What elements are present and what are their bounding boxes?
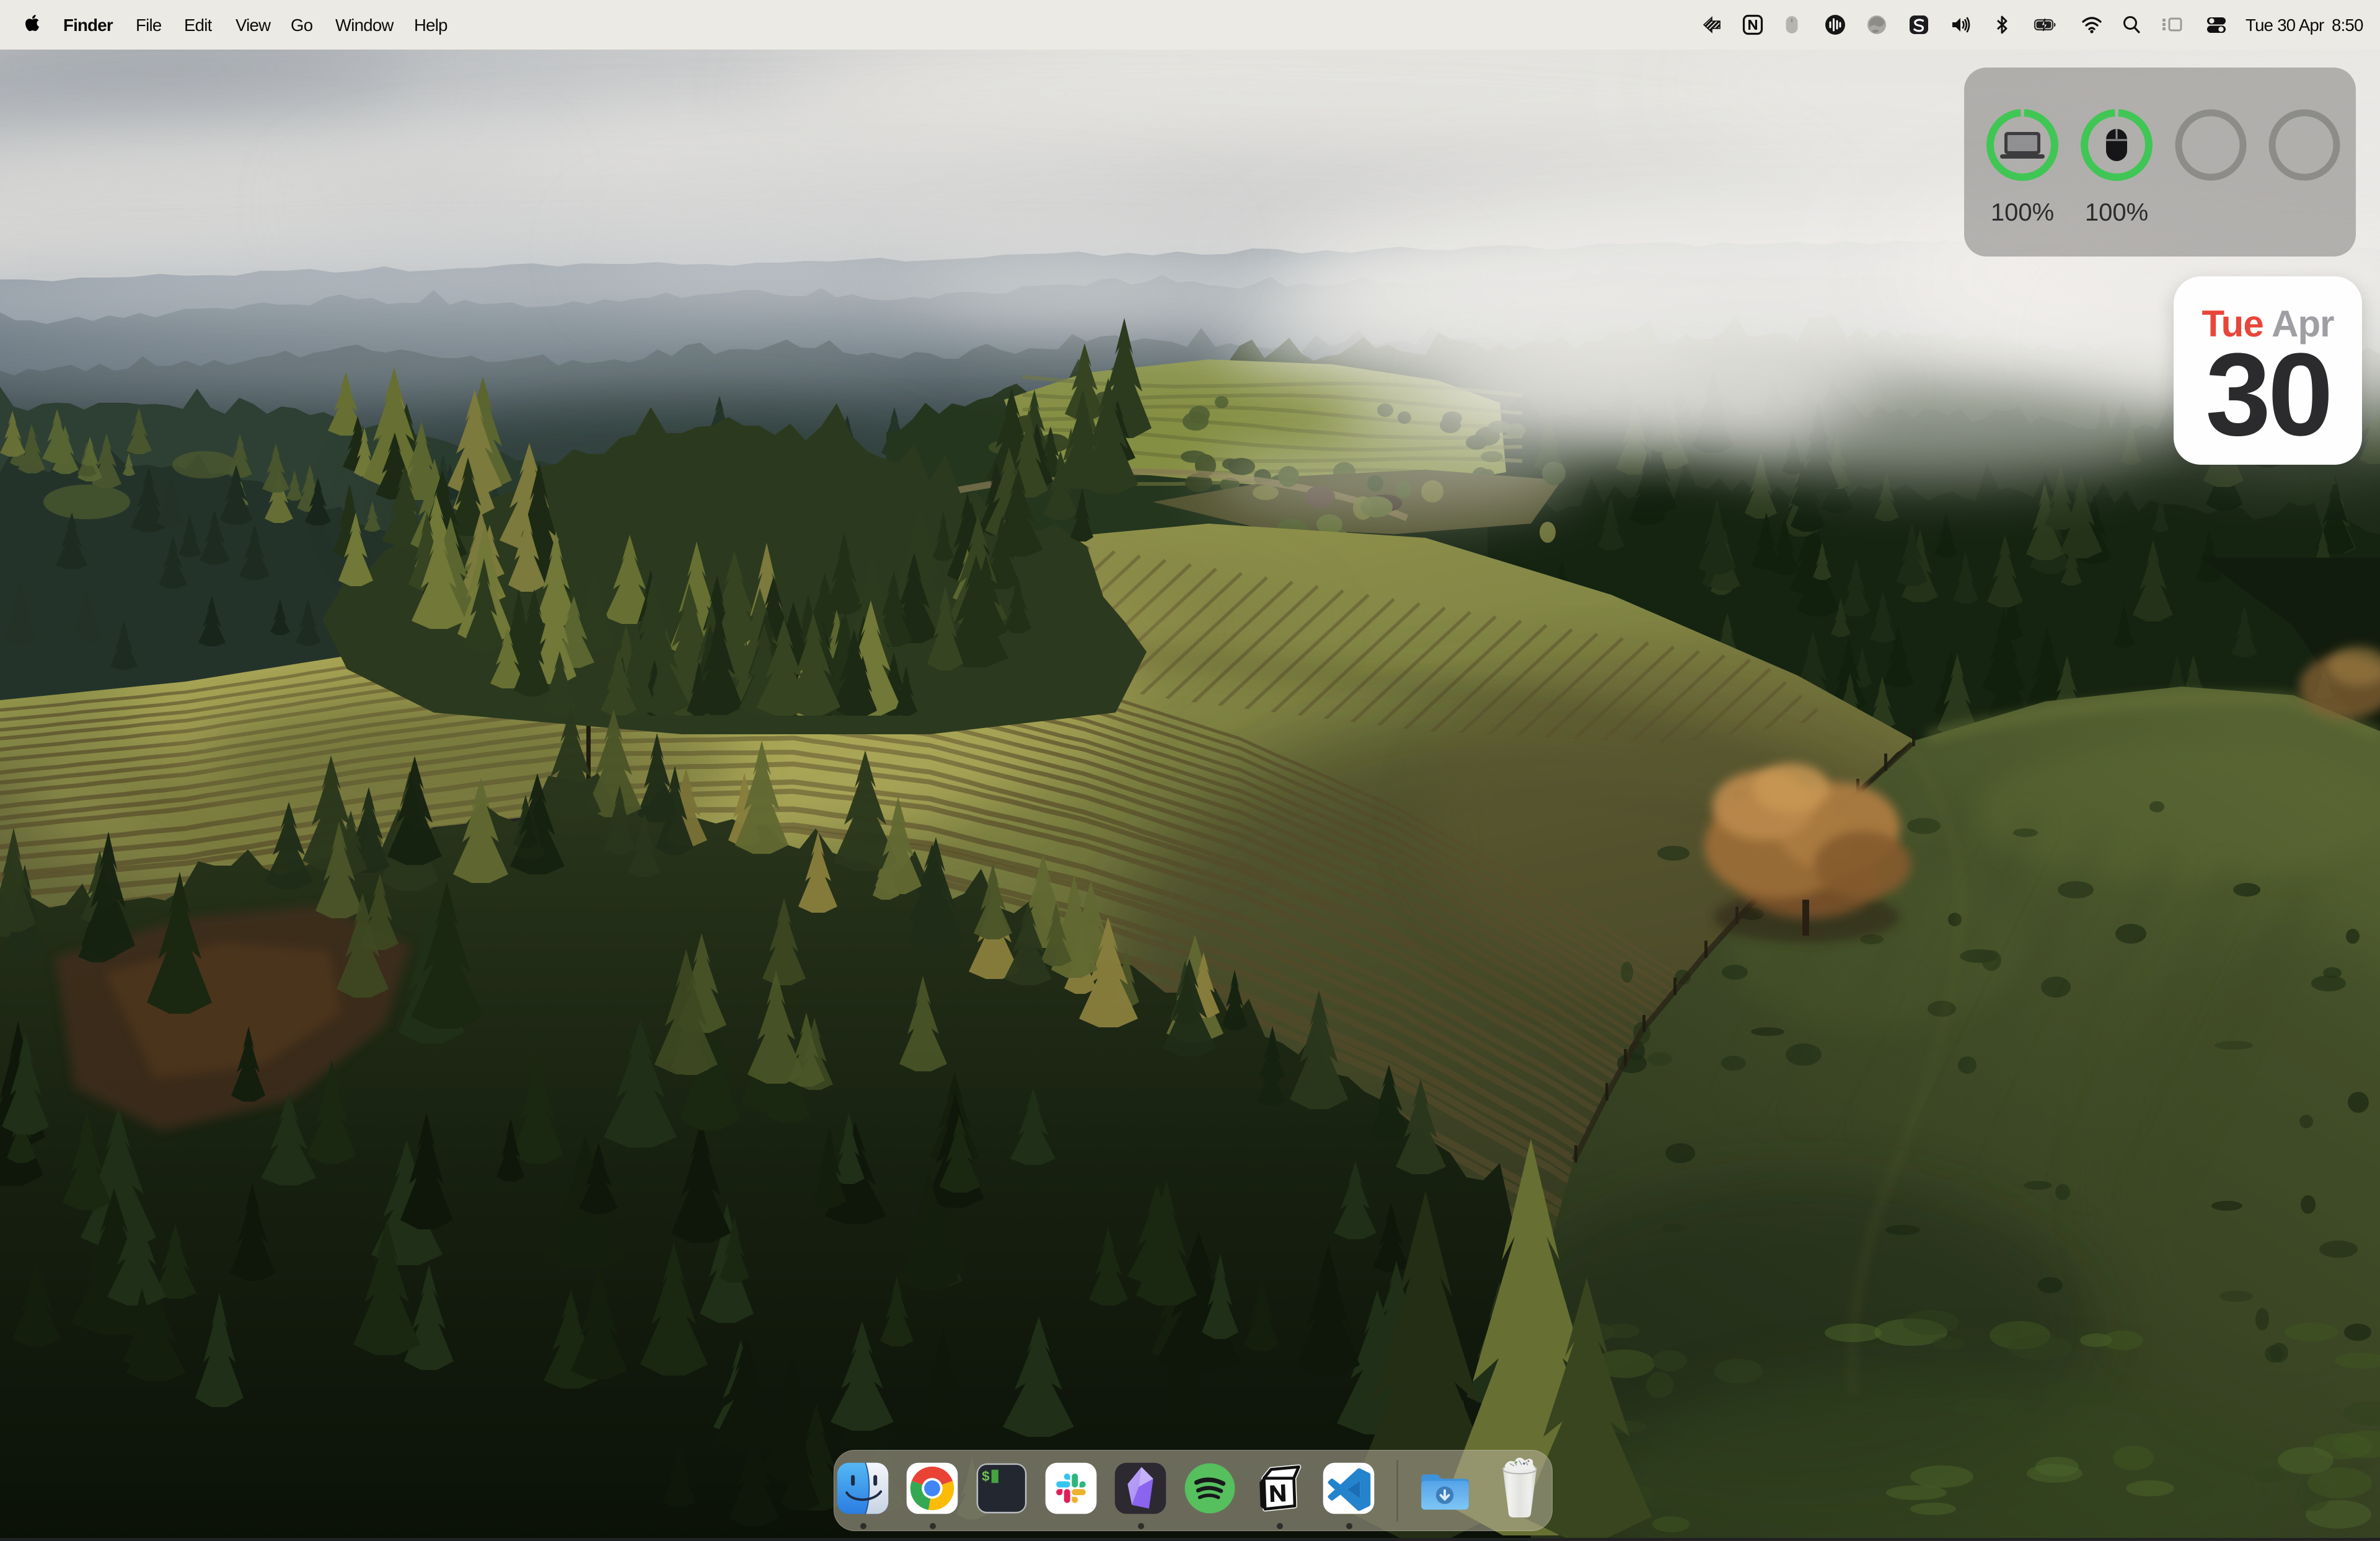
svg-text:$: $: [982, 1469, 990, 1484]
